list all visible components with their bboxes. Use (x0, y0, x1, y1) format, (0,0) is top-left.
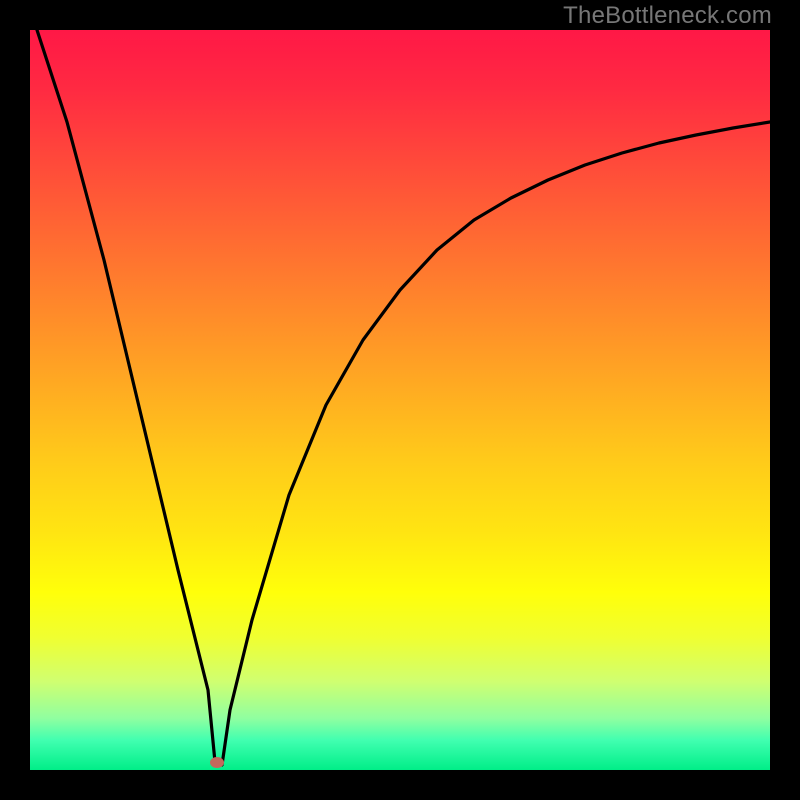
curve-path (37, 30, 770, 765)
watermark-text: TheBottleneck.com (563, 2, 772, 30)
bottleneck-curve (30, 30, 770, 770)
plot-area (30, 30, 770, 770)
bottleneck-marker (210, 757, 224, 768)
chart-frame: TheBottleneck.com (0, 0, 800, 800)
